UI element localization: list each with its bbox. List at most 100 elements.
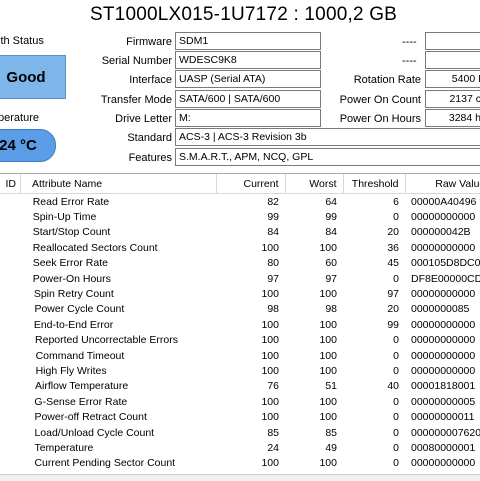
table-row[interactable]: BBReported Uncorrectable Errors100100000… <box>0 333 480 348</box>
drive-letter-label: Drive Letter <box>115 113 172 125</box>
power-on-count-label: Power On Count <box>339 94 421 106</box>
row-raw-value: 00000000000 <box>411 288 476 301</box>
temperature-badge[interactable]: 24 °C <box>0 129 56 162</box>
row-raw-value: 00080000001 <box>411 441 476 454</box>
row-id-attribute-cell: B8End-to-End Error <box>20 317 216 332</box>
table-row[interactable]: BEAirflow Temperature 76 51 40 00001818001 <box>0 379 480 394</box>
row-raw-value: 00001818001 <box>411 380 476 393</box>
row-status-cell <box>0 194 20 210</box>
row-current: 100 <box>261 457 279 470</box>
row-status-cell <box>0 225 20 240</box>
table-row[interactable]: 0ASpin Retry Count 100 100 97 00000000000 <box>0 286 480 301</box>
row-status-cell <box>0 363 20 378</box>
table-header-row: ID Attribute Name Current Worst Threshold… <box>0 174 480 194</box>
table-row[interactable]: C5Current Pending Sector Count1001000000… <box>0 456 480 471</box>
table-row[interactable]: 09Power-On Hours 97 97 0 DF8E00000CD <box>0 271 480 286</box>
row-attribute-name: Spin Retry Count <box>33 288 114 301</box>
row-threshold: 0 <box>393 457 399 470</box>
row-worst: 100 <box>319 334 337 347</box>
table-row[interactable]: 04Start/Stop Count 84 84 20 000000042B <box>0 225 480 240</box>
row-worst: 99 <box>325 211 337 224</box>
row-status-cell <box>0 409 20 424</box>
row-id-attribute-cell: C2Temperature <box>20 440 216 455</box>
column-header-worst[interactable]: Worst <box>285 174 344 194</box>
column-header-current[interactable]: Current <box>216 174 286 194</box>
row-attribute-name: Power-off Retract Count <box>34 411 147 424</box>
column-header-attribute: Attribute Name <box>32 177 103 190</box>
table-row[interactable]: BDHigh Fly Writes100100000000000000 <box>0 363 480 378</box>
serial-number-field: WDESC9K8 <box>175 51 321 69</box>
row-threshold: 0 <box>393 411 399 424</box>
row-attribute-name: Reported Uncorrectable Errors <box>35 334 178 347</box>
temperature-value: 24 °C <box>0 137 37 154</box>
row-current: 76 <box>267 380 279 393</box>
row-attribute-name: Read Error Rate <box>32 195 110 208</box>
table-row[interactable]: 03Spin-Up Time9999000000000000 <box>0 209 480 224</box>
row-attribute-name: End-to-End Error <box>33 318 114 331</box>
row-id-attribute-cell: C1Load/Unload Cycle Count <box>20 425 216 440</box>
power-on-hours-field: 3284 h <box>425 109 480 127</box>
health-status-badge[interactable]: Good <box>0 55 66 99</box>
row-attribute-name: Airflow Temperature <box>35 380 129 393</box>
firmware-label: Firmware <box>126 36 172 48</box>
row-threshold: 0 <box>393 349 399 362</box>
row-current: 85 <box>267 426 279 439</box>
row-current: 100 <box>261 288 279 301</box>
row-current: 100 <box>261 334 279 347</box>
table-row[interactable]: 07Seek Error Rate 80 60 45 000105D8DC0 <box>0 256 480 271</box>
column-header-id-attribute[interactable]: ID Attribute Name <box>6 174 217 194</box>
row-status-cell <box>0 286 20 301</box>
column-header-raw-values[interactable]: Raw Values <box>405 174 480 194</box>
row-threshold: 6 <box>393 195 399 208</box>
table-row[interactable]: 05Reallocated Sectors Count 100 100 36 00000… <box>0 240 480 255</box>
row-raw-value: DF8E00000CD <box>411 272 480 285</box>
row-attribute-name: Start/Stop Count <box>32 226 111 239</box>
row-attribute-name: Power Cycle Count <box>34 303 125 316</box>
column-header-threshold[interactable]: Threshold <box>343 174 406 194</box>
row-id-attribute-cell: 03Spin-Up Time <box>20 209 216 224</box>
table-row[interactable]: 0CPower Cycle Count 98 98 20 0000000085 <box>0 302 480 317</box>
row-current: 100 <box>261 411 279 424</box>
features-label: Features <box>128 152 172 164</box>
table-row[interactable]: 01Read Error Rate 82 64 6 00000A40496 <box>0 194 480 210</box>
row-worst: 100 <box>319 288 337 301</box>
row-id-attribute-cell: 01Read Error Rate <box>20 194 216 210</box>
row-threshold: 36 <box>387 241 399 254</box>
row-threshold: 0 <box>393 426 399 439</box>
row-raw-value: 00000000000 <box>411 211 476 224</box>
smart-attributes-table[interactable]: ID Attribute Name Current Worst Threshold… <box>0 173 480 474</box>
standard-label: Standard <box>127 132 172 144</box>
row-worst: 64 <box>325 195 337 208</box>
row-id-attribute-cell: C0Power-off Retract Count <box>20 409 216 424</box>
table-row[interactable]: C1Load/Unload Cycle Count 85 85 0 0000000076… <box>0 425 480 440</box>
row-raw-value: 00000000000 <box>411 334 476 347</box>
table-row[interactable]: B8End-to-End Error 100 100 99 00000000000 <box>0 317 480 332</box>
row-id-attribute-cell: BCCommand Timeout <box>20 348 216 363</box>
table-row[interactable]: BFG-Sense Error Rate 100 100 0 00000000005 <box>0 394 480 409</box>
row-id-attribute-cell: 0CPower Cycle Count <box>20 302 216 317</box>
row-raw-value: 00000000000 <box>411 241 476 254</box>
table-row[interactable]: BCCommand Timeout100100000000000000 <box>0 348 480 363</box>
row-status-cell <box>0 348 20 363</box>
table-row[interactable]: C2Temperature 24 49 0 00080000001 <box>0 440 480 455</box>
row-raw-value: 00000000005 <box>411 395 476 408</box>
row-worst: 100 <box>319 318 337 331</box>
row-raw-value: 00000000011 <box>411 411 475 424</box>
row-current: 100 <box>261 364 279 377</box>
row-status-cell <box>0 456 20 471</box>
power-on-count-field: 2137 c <box>425 90 480 108</box>
column-header-id: ID <box>5 177 17 190</box>
table-row[interactable]: C0Power-off Retract Count100100000000000… <box>0 409 480 424</box>
row-current: 100 <box>261 318 279 331</box>
row-threshold: 99 <box>387 318 399 331</box>
rotation-rate-field: 5400 I <box>425 70 480 88</box>
row-id-attribute-cell: 07Seek Error Rate <box>20 256 216 271</box>
row-threshold: 0 <box>393 334 399 347</box>
row-threshold: 0 <box>393 441 399 454</box>
transfer-mode-label: Transfer Mode <box>100 94 172 106</box>
row-current: 82 <box>267 195 279 208</box>
power-on-hours-label: Power On Hours <box>339 113 421 125</box>
unused-info-1: ---- <box>402 36 417 48</box>
row-id-attribute-cell: 09Power-On Hours <box>20 271 216 286</box>
row-status-cell <box>0 209 20 224</box>
